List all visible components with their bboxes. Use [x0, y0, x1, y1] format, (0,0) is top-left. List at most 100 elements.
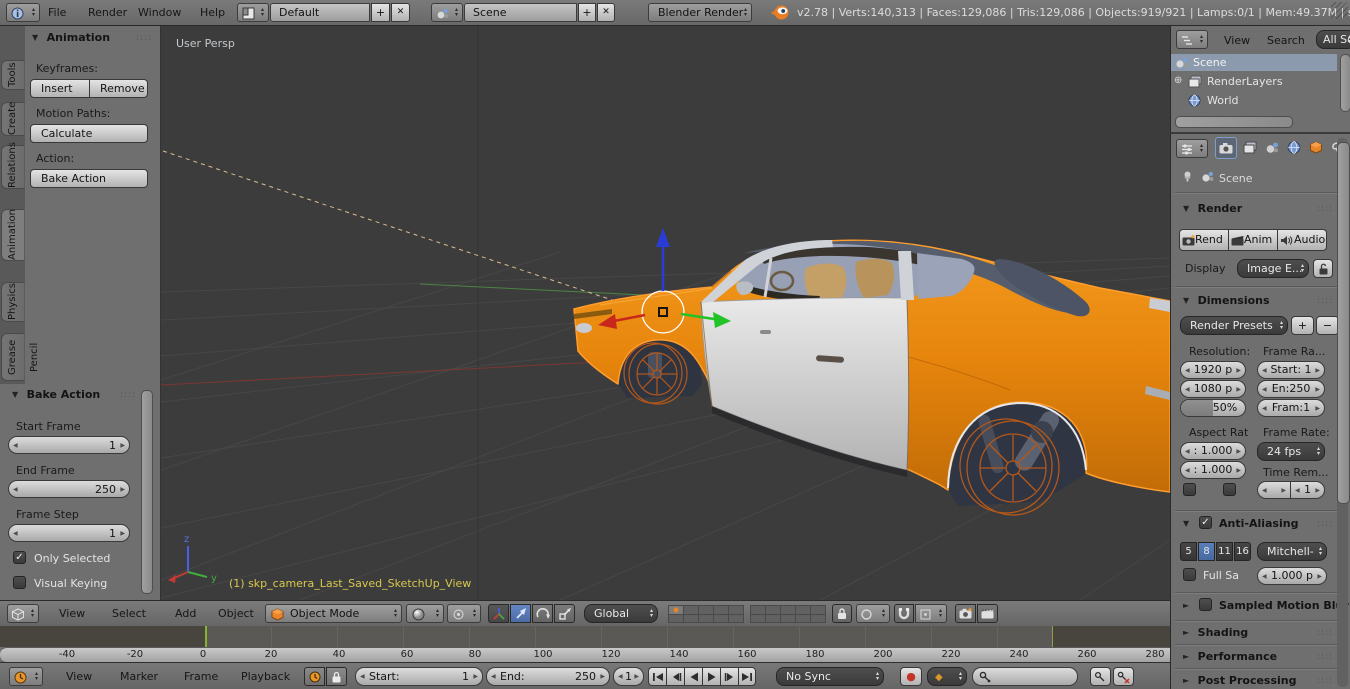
- layer-cells[interactable]: [668, 605, 744, 623]
- stepper-decrease-icon[interactable]: ◀: [360, 673, 365, 680]
- stepper-increase-icon[interactable]: ▶: [1281, 487, 1286, 494]
- outliner-row-scene[interactable]: Scene: [1171, 54, 1337, 71]
- frame-start-prop-field[interactable]: Start: 1◀▶: [1257, 361, 1325, 379]
- only-selected-checkbox[interactable]: ✓: [13, 551, 26, 564]
- tab-render-layers[interactable]: [1239, 137, 1261, 159]
- stepper-increase-icon[interactable]: ▶: [1236, 448, 1241, 455]
- panel-drag-dots[interactable]: ::::: [1317, 204, 1333, 214]
- play-button[interactable]: [702, 667, 720, 686]
- pin-icon[interactable]: [1181, 170, 1194, 184]
- menu-render[interactable]: Render: [88, 6, 127, 19]
- antialiasing-panel-header[interactable]: ▼: [1183, 517, 1194, 530]
- timeline-ruler[interactable]: -40-200204060801001201401601802002202402…: [0, 647, 1170, 662]
- scene-selector[interactable]: ▴▾: [431, 3, 463, 22]
- resolution-percentage-slider[interactable]: 50%: [1180, 399, 1246, 417]
- crop-checkbox[interactable]: [1223, 483, 1236, 496]
- aspect-y-field[interactable]: : 1.000◀▶: [1180, 461, 1246, 479]
- stepper-increase-icon[interactable]: ▶: [600, 673, 605, 680]
- frame-end-prop-field[interactable]: En:250◀▶: [1257, 380, 1325, 398]
- aa-samples-16-button[interactable]: 16: [1234, 542, 1251, 561]
- opengl-render-anim-button[interactable]: [977, 604, 998, 623]
- editor-type-selector[interactable]: ▴▾: [6, 3, 40, 22]
- stepper-increase-icon[interactable]: ▶: [1236, 386, 1241, 393]
- bake-action-button[interactable]: Bake Action: [30, 169, 148, 188]
- frame-step-prop-field[interactable]: Fram:1◀▶: [1257, 399, 1325, 417]
- animation-panel-header[interactable]: ▼ Animation: [32, 31, 110, 44]
- bake-action-panel-header[interactable]: ▼ Bake Action: [12, 388, 100, 401]
- jump-to-start-button[interactable]: [648, 667, 666, 686]
- full-sample-checkbox[interactable]: [1183, 568, 1196, 581]
- outliner-vscrollbar[interactable]: [1340, 54, 1350, 112]
- aa-samples-8-button[interactable]: 8: [1198, 542, 1215, 561]
- menu-window[interactable]: Window: [138, 6, 181, 19]
- snap-element-selector[interactable]: ▴▾: [915, 604, 947, 623]
- toolshelf-tab-tools[interactable]: Tools: [1, 60, 25, 90]
- stepper-decrease-icon[interactable]: ◀: [1185, 367, 1190, 374]
- menu-3d-select[interactable]: Select: [112, 607, 146, 620]
- visual-keying-checkbox[interactable]: [13, 576, 26, 589]
- add-scene-button[interactable]: +: [578, 3, 596, 22]
- insert-keyframes-button[interactable]: [1090, 667, 1111, 686]
- render-still-button[interactable]: Rend: [1179, 229, 1228, 251]
- toolshelf-tab-relations[interactable]: Relations: [1, 145, 25, 189]
- toolshelf-tab-grease-pencil[interactable]: Grease Pencil: [1, 333, 25, 381]
- stepper-decrease-icon[interactable]: ◀: [491, 673, 496, 680]
- stepper-decrease-icon[interactable]: ◀: [13, 486, 18, 493]
- stepper-decrease-icon[interactable]: ◀: [1185, 448, 1190, 455]
- stepper-decrease-icon[interactable]: ◀: [1295, 487, 1300, 494]
- keying-set-selector[interactable]: ◆ ▴▾: [927, 667, 967, 686]
- layers-widget[interactable]: [668, 605, 744, 623]
- stepper-increase-icon[interactable]: ▶: [1315, 405, 1320, 412]
- screen-layout-name[interactable]: Default: [270, 3, 370, 22]
- stepper-decrease-icon[interactable]: ◀: [1262, 573, 1267, 580]
- menu-outliner-search[interactable]: Search: [1267, 34, 1305, 47]
- close-layout-button[interactable]: ✕: [391, 3, 410, 22]
- stepper-increase-icon[interactable]: ▶: [1236, 467, 1241, 474]
- aspect-x-field[interactable]: : 1.000◀▶: [1180, 442, 1246, 460]
- menu-timeline-playback[interactable]: Playback: [241, 670, 290, 683]
- border-checkbox[interactable]: [1183, 483, 1196, 496]
- display-lock-button[interactable]: [1313, 259, 1333, 278]
- outliner-display-mode[interactable]: All Sc▴▾: [1316, 30, 1350, 49]
- properties-scrollbar-track[interactable]: [1337, 138, 1348, 687]
- stepper-increase-icon[interactable]: ▶: [634, 673, 639, 680]
- gizmo-z-arrow[interactable]: [656, 228, 670, 247]
- jump-to-end-button[interactable]: [738, 667, 756, 686]
- frame-step-field[interactable]: 1◀▶: [8, 524, 130, 542]
- aa-filter-size-field[interactable]: 1.000 p◀▶: [1257, 567, 1327, 585]
- remove-keyframe-button[interactable]: Remove: [89, 79, 148, 98]
- panel-drag-dots[interactable]: ::::: [136, 33, 152, 43]
- tab-scene[interactable]: [1261, 137, 1283, 159]
- current-frame-field[interactable]: 1 ◀▶: [613, 667, 644, 686]
- toolshelf-tab-create[interactable]: Create: [1, 102, 25, 136]
- aa-samples-11-button[interactable]: 11: [1216, 542, 1233, 561]
- toolshelf-tab-physics[interactable]: Physics: [1, 282, 25, 322]
- render-presets-selector[interactable]: Render Presets▴▾: [1180, 316, 1288, 335]
- outliner-hscrollbar[interactable]: [1175, 116, 1293, 128]
- stepper-increase-icon[interactable]: ▶: [1315, 386, 1320, 393]
- lock-time-cursor-toggle[interactable]: [326, 667, 347, 686]
- next-keyframe-button[interactable]: [720, 667, 738, 686]
- add-layout-button[interactable]: +: [371, 3, 390, 22]
- transform-orientation-selector[interactable]: Global▴▾: [584, 604, 658, 623]
- panel-drag-dots[interactable]: ::::: [1317, 628, 1333, 638]
- aa-samples-5-button[interactable]: 5: [1180, 542, 1197, 561]
- outliner-row-world[interactable]: World: [1171, 92, 1337, 109]
- render-engine-selector[interactable]: Blender Render▴▾: [648, 3, 752, 22]
- menu-file[interactable]: File: [48, 6, 66, 19]
- snap-toggle-button[interactable]: [894, 604, 914, 623]
- render-animation-button[interactable]: Anim: [1228, 229, 1277, 251]
- aa-filter-selector[interactable]: Mitchell-▴▾: [1257, 542, 1327, 561]
- time-remap-old-field[interactable]: ◀▶: [1257, 481, 1290, 499]
- manipulator-enable-button[interactable]: [488, 604, 509, 623]
- screen-layout-selector[interactable]: ▴▾: [237, 3, 269, 22]
- editor-type-selector-3d[interactable]: ▴▾: [7, 604, 39, 623]
- toolshelf-tab-animation[interactable]: Animation: [1, 209, 25, 261]
- active-keying-set-field[interactable]: [972, 667, 1078, 686]
- stepper-decrease-icon[interactable]: ◀: [13, 530, 18, 537]
- performance-panel-header[interactable]: ► Performance: [1183, 650, 1277, 663]
- viewport-3d[interactable]: z y: [161, 26, 1170, 600]
- sync-mode-selector[interactable]: No Sync▴▾: [776, 667, 884, 686]
- expand-icon[interactable]: ⊕: [1174, 75, 1182, 86]
- menu-timeline-frame[interactable]: Frame: [184, 670, 218, 683]
